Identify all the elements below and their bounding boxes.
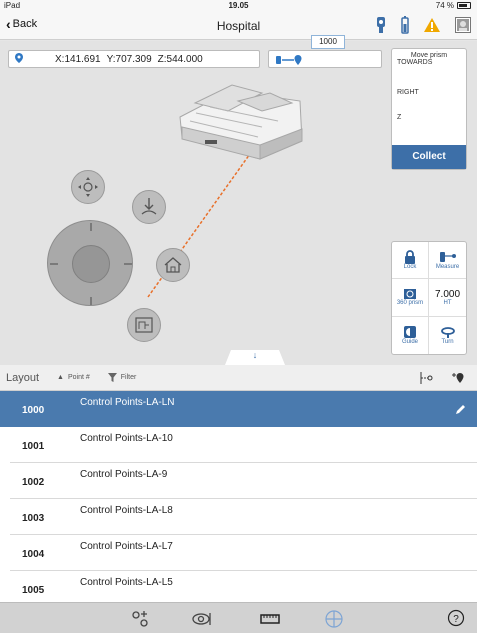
robot-total-station-icon[interactable] <box>375 16 387 34</box>
plan-view-icon <box>135 317 153 333</box>
battery-status: 74 % <box>436 1 471 10</box>
instrument-tools: Lock Measure 360 prism 7.000 HT Guide Tu… <box>391 241 467 355</box>
turn-button[interactable]: Turn <box>429 317 466 354</box>
point-number: 1005 <box>22 585 45 596</box>
joystick-tick-up <box>90 223 92 231</box>
target-height-value: 7.000 <box>434 288 461 300</box>
direction-label: TOWARDS <box>397 59 433 66</box>
move-prism-panel: Move prism TOWARDS RIGHT Z Collect <box>391 48 467 170</box>
measure-button[interactable]: Measure <box>429 242 466 280</box>
point-to-point-icon <box>276 55 302 65</box>
list-item[interactable]: 1002 Control Points-LA-9 <box>10 463 477 499</box>
filter-button[interactable]: Filter <box>107 373 137 382</box>
battery-percent: 74 % <box>435 1 454 10</box>
download-arrow-icon <box>141 198 157 215</box>
filter-label: Filter <box>120 374 137 381</box>
location-pin-icon <box>9 52 29 66</box>
lock-label: Lock <box>403 264 417 271</box>
point-number: 1001 <box>22 441 45 452</box>
coordinate-readout: X:141.691 Y:707.309 Z:544.000 <box>8 50 260 68</box>
joystick-tick-right <box>124 263 132 265</box>
survey-points-icon[interactable] <box>130 609 150 629</box>
help-icon[interactable]: ? <box>447 609 465 627</box>
list-item[interactable]: 1001 Control Points-LA-10 <box>10 427 477 463</box>
point-name: Control Points-LA-10 <box>80 433 173 444</box>
pan-icon <box>78 177 98 197</box>
turn-label: Turn <box>441 339 454 346</box>
sort-up-icon: ▲ <box>57 374 64 381</box>
point-distance-bar[interactable] <box>268 50 382 68</box>
point-name: Control Points-LA-L8 <box>80 505 173 516</box>
nav-bar: ‹ Back Hospital <box>0 12 477 40</box>
point-name: Control Points-LA-L5 <box>80 577 173 588</box>
collapse-map-toggle[interactable]: ↓ <box>225 350 285 365</box>
coord-y: Y:707.309 <box>106 53 152 65</box>
turn-icon <box>440 327 455 339</box>
coord-z: Z:544.000 <box>157 53 203 65</box>
home-view-button[interactable] <box>156 248 190 282</box>
point-number: 1000 <box>22 405 45 416</box>
sort-by-point-button[interactable]: ▲ Point # <box>57 374 90 381</box>
home-icon <box>164 257 182 273</box>
lock-button[interactable]: Lock <box>392 242 429 280</box>
target-height-label: HT <box>443 299 452 306</box>
list-item[interactable]: 1003 Control Points-LA-L8 <box>10 499 477 535</box>
point-name: Control Points-LA-LN <box>80 397 175 408</box>
point-name: Control Points-LA-9 <box>80 469 168 480</box>
vertical-label: Z <box>397 114 402 121</box>
lateral-label: RIGHT <box>397 89 419 96</box>
move-prism-title: Move prism <box>410 52 448 59</box>
edit-pencil-icon[interactable] <box>455 403 467 415</box>
guide-button[interactable]: Guide <box>392 316 429 354</box>
stakeout-offset-icon[interactable] <box>419 371 433 385</box>
status-bar: iPad 19.05 74 % <box>0 0 477 12</box>
prism-label: 360 prism <box>396 300 424 307</box>
camera-view-icon[interactable] <box>192 609 214 629</box>
filter-icon <box>107 373 117 382</box>
joystick-tick-left <box>50 263 58 265</box>
measure-label: Measure <box>435 264 460 271</box>
coord-x: X:141.691 <box>55 53 101 65</box>
point-number: 1003 <box>22 513 45 524</box>
point-number: 1004 <box>22 549 45 560</box>
add-point-icon[interactable] <box>451 371 465 385</box>
map-viewport[interactable]: X:141.691 Y:707.309 Z:544.000 1000 Move … <box>0 35 477 365</box>
measure-icon <box>439 252 456 263</box>
warning-icon[interactable] <box>423 17 441 33</box>
point-name: Control Points-LA-L7 <box>80 541 173 552</box>
target-height-field[interactable]: 7.000 HT <box>429 279 466 317</box>
list-item[interactable]: 1004 Control Points-LA-L7 <box>10 535 477 571</box>
plan-view-button[interactable] <box>127 308 161 342</box>
svg-text:?: ? <box>453 614 459 625</box>
zoom-extents-button[interactable] <box>132 190 166 224</box>
prism-360-icon <box>404 289 416 300</box>
point-callout: 1000 <box>311 35 345 49</box>
guide-label: Guide <box>401 339 418 346</box>
joystick-knob[interactable] <box>72 245 110 283</box>
tape-measure-icon[interactable] <box>259 609 281 629</box>
instrument-battery-icon[interactable] <box>401 16 409 34</box>
joystick-tick-down <box>90 297 92 305</box>
pan-button[interactable] <box>71 170 105 204</box>
point-number: 1002 <box>22 477 45 488</box>
prism-type-button[interactable]: 360 prism <box>392 279 429 317</box>
layout-title: Layout <box>6 371 40 384</box>
collect-button[interactable]: Collect <box>392 145 466 169</box>
chevron-double-down-icon: ↓ <box>252 350 258 360</box>
list-item[interactable]: 1000 Control Points-LA-LN <box>0 391 477 427</box>
camera-joystick[interactable] <box>47 220 133 306</box>
lock-icon <box>405 250 415 265</box>
clock: 19.05 <box>228 1 249 10</box>
point-list: 1000 Control Points-LA-LN 1001 Control P… <box>0 391 477 602</box>
user-icon[interactable] <box>455 17 471 33</box>
list-item[interactable]: 1005 Control Points-LA-L5 <box>10 571 477 602</box>
layout-header: Layout ▲ Point # Filter <box>0 365 477 391</box>
sort-label: Point # <box>67 374 90 381</box>
battery-icon <box>457 2 471 9</box>
crosshair-icon[interactable] <box>324 609 344 629</box>
bottom-toolbar: ? <box>0 602 477 633</box>
guide-icon <box>404 326 416 339</box>
